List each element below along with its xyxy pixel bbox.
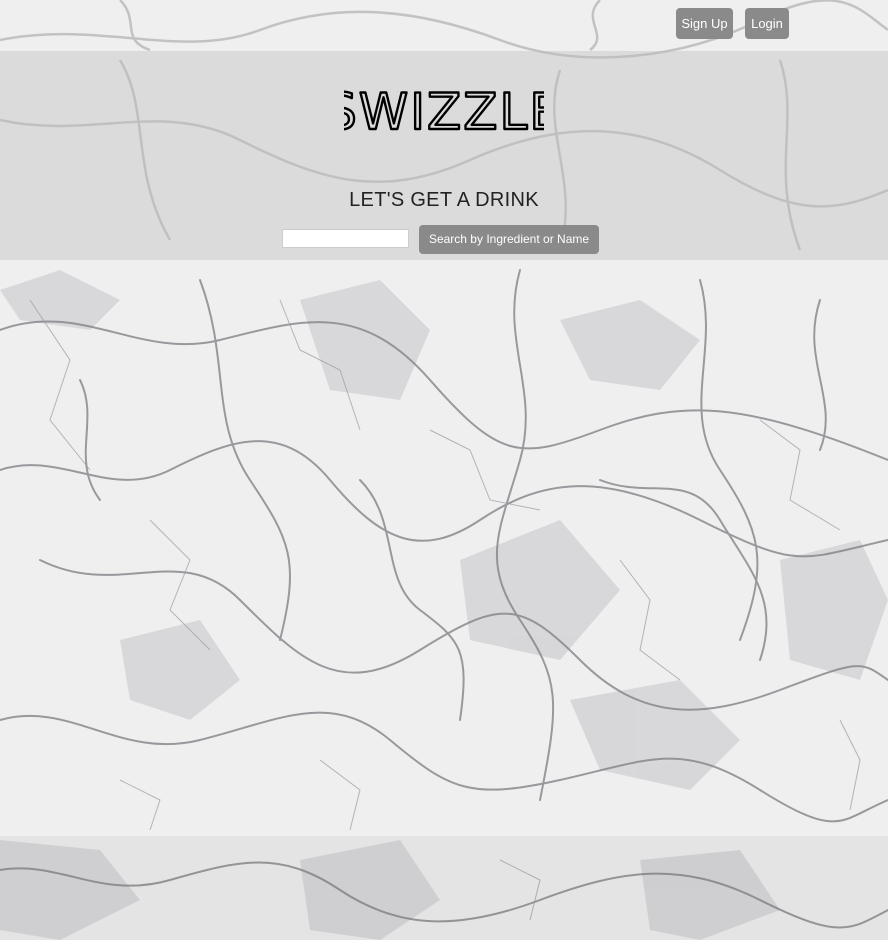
login-button[interactable]: Login <box>745 8 789 39</box>
hero-banner: SWIZZLE LET'S GET A DRINK Search by Ingr… <box>0 51 888 260</box>
swizzle-logo: SWIZZLE <box>344 82 544 137</box>
top-nav: Sign Up Login <box>0 0 888 50</box>
tagline: LET'S GET A DRINK <box>349 189 539 211</box>
sign-up-button[interactable]: Sign Up <box>676 8 733 39</box>
search-input[interactable] <box>282 229 409 248</box>
logo: SWIZZLE <box>0 81 888 142</box>
background-overlay-strip <box>0 836 888 940</box>
logo-text: SWIZZLE <box>344 83 544 137</box>
search-button[interactable]: Search by Ingredient or Name <box>419 225 599 254</box>
